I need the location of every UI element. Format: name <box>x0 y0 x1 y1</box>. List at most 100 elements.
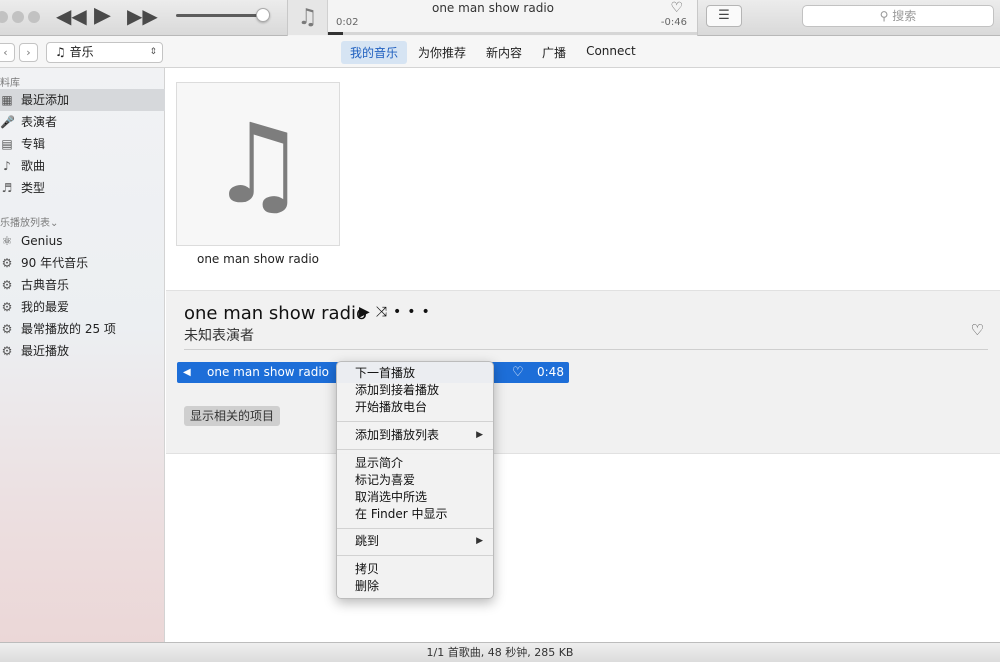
sidebar-item-label: 歌曲 <box>21 159 46 173</box>
sidebar-item-artists[interactable]: 🎤 表演者 <box>0 111 165 133</box>
up-next-list-button[interactable]: ☰ <box>706 5 742 27</box>
sidebar-item-90s-music[interactable]: ⚙ 90 年代音乐 <box>0 252 165 274</box>
chevron-updown-icon: ⇕ <box>149 47 157 57</box>
album-detail-panel: one man show radio ▶⤨••• 未知表演者 ♡ ◀ one m… <box>166 290 1000 454</box>
media-source-select[interactable]: ♫ 音乐 ⇕ <box>46 42 163 63</box>
playlists-section-header[interactable]: 乐播放列表⌄ <box>0 214 58 229</box>
album-caption: one man show radio <box>196 252 319 266</box>
submenu-arrow-icon: ▶ <box>476 536 483 546</box>
album-artwork[interactable]: ♫ <box>176 82 340 246</box>
sidebar-item-genres[interactable]: ♬ 类型 <box>0 177 165 199</box>
tab-for-you[interactable]: 为你推荐 <box>409 41 475 64</box>
menu-item-play-next[interactable]: 下一首播放 <box>337 365 493 382</box>
sidebar-item-albums[interactable]: ▤ 专辑 <box>0 133 165 155</box>
genre-icon: ♬ <box>1 181 13 195</box>
menu-item-copy[interactable]: 拷贝 <box>337 561 493 578</box>
remaining-time: -0:46 <box>660 17 687 28</box>
playlists-header-label: 乐播放列表 <box>0 218 50 229</box>
tab-new[interactable]: 新内容 <box>477 41 531 64</box>
menu-item-label: 添加到播放列表 <box>355 428 440 442</box>
sidebar-item-label: 我的最爱 <box>21 300 70 314</box>
album-title: one man show radio <box>184 303 368 324</box>
toolbar: ◀◀ ▶ ▶▶ ♫ one man show radio 0:02 -0:46 … <box>0 0 1000 36</box>
sidebar-item-top-25[interactable]: ⚙ 最常播放的 25 项 <box>0 318 165 340</box>
menu-separator <box>337 555 493 556</box>
search-icon: ⚲ <box>879 9 889 23</box>
elapsed-time: 0:02 <box>336 17 359 28</box>
tab-radio[interactable]: 广播 <box>533 41 575 64</box>
tab-connect[interactable]: Connect <box>577 41 645 64</box>
love-heart-icon[interactable]: ♡ <box>670 0 683 16</box>
sidebar-item-favorites[interactable]: ⚙ 我的最爱 <box>0 296 165 318</box>
menu-item-start-station[interactable]: 开始播放电台 <box>337 399 493 416</box>
grid-icon: ▦ <box>1 93 13 107</box>
sidebar-item-label: 最近播放 <box>21 344 70 358</box>
divider <box>184 349 988 350</box>
music-note-icon: ♫ <box>208 100 308 228</box>
menu-item-go-to[interactable]: 跳到 ▶ <box>337 533 493 550</box>
library-section-header: 料库 <box>0 78 20 89</box>
gear-icon: ⚙ <box>1 300 13 314</box>
menu-separator <box>337 421 493 422</box>
menu-item-label: 跳到 <box>355 534 380 548</box>
zoom-window-button[interactable] <box>28 11 40 23</box>
search-input[interactable]: ⚲ 搜索 <box>802 5 994 27</box>
menu-item-add-to-up-next[interactable]: 添加到接着播放 <box>337 382 493 399</box>
gear-icon: ⚙ <box>1 322 13 336</box>
tab-my-music[interactable]: 我的音乐 <box>341 41 408 64</box>
sidebar-item-label: Genius <box>21 234 63 248</box>
more-options-icon[interactable]: ••• <box>393 304 436 320</box>
sidebar-item-label: 古典音乐 <box>21 278 70 292</box>
sidebar-item-classical[interactable]: ⚙ 古典音乐 <box>0 274 165 296</box>
gear-icon: ⚙ <box>1 344 13 358</box>
rewind-icon[interactable]: ◀◀ <box>56 6 87 26</box>
sidebar-item-label: 最近添加 <box>21 93 70 107</box>
play-icon[interactable]: ▶ <box>359 304 376 320</box>
atom-icon: ⚛ <box>1 234 13 248</box>
gear-icon: ⚙ <box>1 278 13 292</box>
shuffle-icon[interactable]: ⤨ <box>376 304 393 320</box>
microphone-icon: 🎤 <box>0 115 15 129</box>
search-placeholder: 搜索 <box>892 9 917 23</box>
sidebar-item-label: 专辑 <box>21 137 46 151</box>
menu-separator <box>337 449 493 450</box>
sidebar-item-recently-played[interactable]: ⚙ 最近播放 <box>0 340 165 362</box>
track-duration: 0:48 <box>537 365 564 379</box>
context-menu: 下一首播放 添加到接着播放 开始播放电台 添加到播放列表 ▶ 显示简介 标记为喜… <box>336 361 494 599</box>
menu-separator <box>337 528 493 529</box>
sidebar: 料库 ▦ 最近添加 🎤 表演者 ▤ 专辑 ♪ 歌曲 ♬ 类型 乐播放列表⌄ ⚛ … <box>0 68 165 642</box>
chevron-down-icon: ⌄ <box>50 218 59 229</box>
menu-item-uncheck-selection[interactable]: 取消选中所选 <box>337 489 493 506</box>
menu-item-add-to-playlist[interactable]: 添加到播放列表 ▶ <box>337 427 493 444</box>
playback-progress-bar[interactable] <box>328 32 697 35</box>
show-related-button[interactable]: 显示相关的项目 <box>184 406 281 426</box>
play-icon[interactable]: ▶ <box>94 5 111 27</box>
volume-knob[interactable] <box>256 8 270 22</box>
minimize-window-button[interactable] <box>12 11 24 23</box>
sidebar-item-genius[interactable]: ⚛ Genius <box>0 230 165 252</box>
menu-item-delete[interactable]: 删除 <box>337 578 493 595</box>
album-actions: ▶⤨••• <box>359 304 436 320</box>
forward-arrow-button[interactable]: › <box>19 43 38 62</box>
view-tabs: 我的音乐 为你推荐 新内容 广播 Connect <box>341 41 647 64</box>
sidebar-item-label: 类型 <box>21 181 46 195</box>
sidebar-item-songs[interactable]: ♪ 歌曲 <box>0 155 165 177</box>
note-icon: ♪ <box>3 159 11 173</box>
love-heart-icon[interactable]: ♡ <box>512 362 524 383</box>
volume-slider[interactable] <box>176 14 268 17</box>
music-note-icon: ♫ <box>55 45 66 59</box>
back-arrow-button[interactable]: ‹ <box>0 43 15 62</box>
menu-item-mark-as-loved[interactable]: 标记为喜爱 <box>337 472 493 489</box>
menu-item-get-info[interactable]: 显示简介 <box>337 455 493 472</box>
media-source-label: 音乐 <box>69 45 94 59</box>
fast-forward-icon[interactable]: ▶▶ <box>127 6 158 26</box>
album-artist: 未知表演者 <box>184 328 254 344</box>
sidebar-item-recently-added[interactable]: ▦ 最近添加 <box>0 89 165 111</box>
sidebar-item-label: 表演者 <box>21 115 58 129</box>
close-window-button[interactable] <box>0 11 8 23</box>
status-bar: 1/1 首歌曲, 48 秒钟, 285 KB <box>0 642 1000 662</box>
menu-item-show-in-finder[interactable]: 在 Finder 中显示 <box>337 506 493 523</box>
love-heart-icon[interactable]: ♡ <box>971 321 984 339</box>
music-note-icon: ♫ <box>288 0 328 35</box>
sidebar-item-label: 最常播放的 25 项 <box>21 322 116 336</box>
